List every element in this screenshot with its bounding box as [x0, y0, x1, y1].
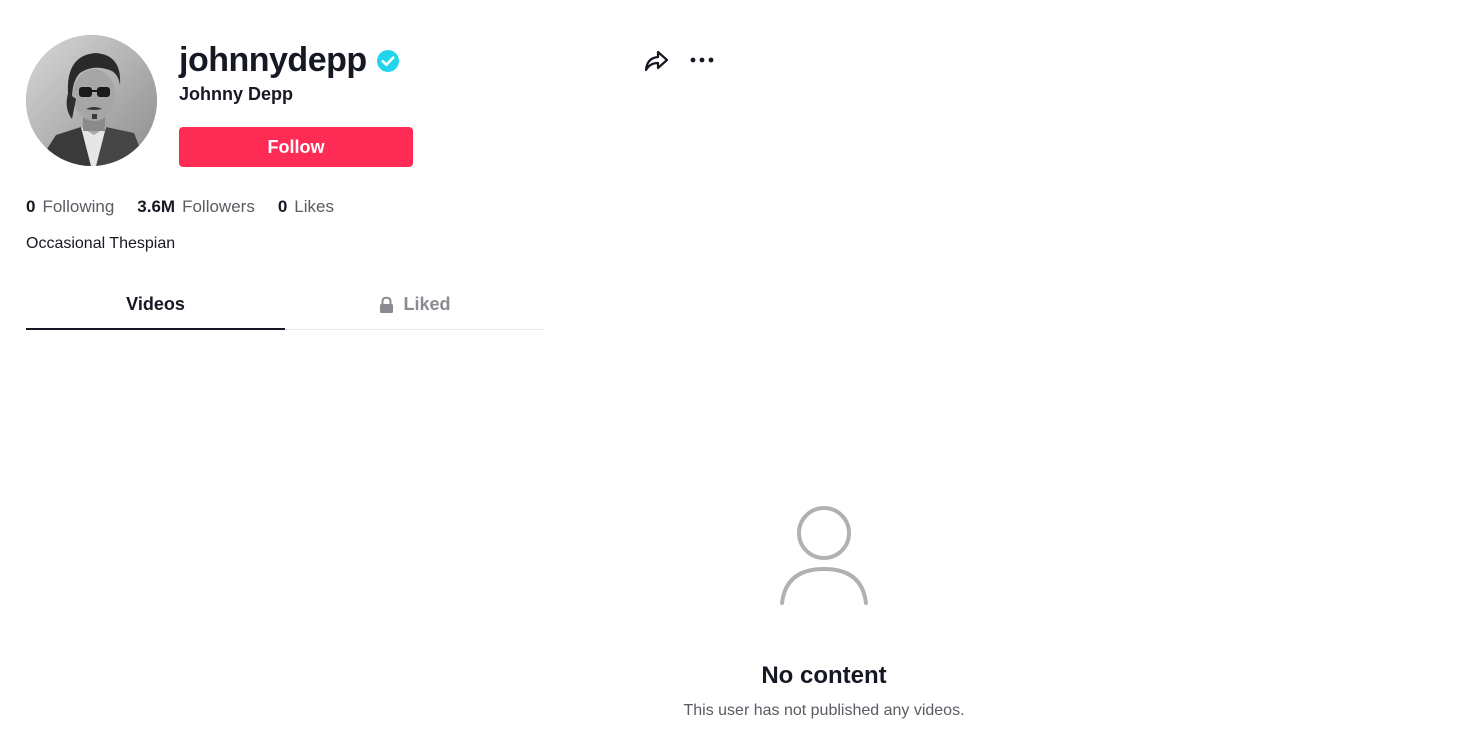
stat-value: 0: [277, 197, 288, 216]
profile-stats: 0 Following 3.6M Followers 0 Likes: [26, 197, 357, 217]
tab-label: Videos: [126, 294, 185, 314]
empty-state-description: This user has not published any videos.: [683, 702, 965, 719]
lock-icon: [380, 296, 394, 313]
username-row: johnnydepp: [179, 38, 400, 82]
stat-followers[interactable]: 3.6M Followers: [137, 197, 255, 217]
tab-label: Liked: [403, 294, 451, 314]
bio: Occasional Thespian: [26, 235, 176, 252]
share-icon[interactable]: [642, 46, 670, 74]
stat-value: 3.6M: [137, 197, 176, 216]
stat-following[interactable]: 0 Following: [26, 197, 114, 217]
follow-button[interactable]: Follow: [179, 127, 413, 167]
stat-label: Likes: [294, 197, 334, 216]
stat-label: Following: [42, 197, 115, 216]
tab-videos[interactable]: Videos: [26, 284, 285, 330]
verified-badge-icon: [376, 50, 399, 72]
stat-value: 0: [26, 197, 36, 216]
profile-page: johnnydepp Johnny Depp Follow 0 Followin…: [0, 0, 1460, 743]
avatar-image: [26, 35, 157, 166]
avatar[interactable]: [26, 35, 157, 166]
user-outline-icon: [780, 506, 868, 605]
tab-liked[interactable]: Liked: [285, 284, 544, 329]
stat-label: Followers: [182, 197, 255, 216]
display-name: Johnny Depp: [179, 84, 294, 104]
more-icon[interactable]: [688, 48, 716, 72]
empty-state-title: No content: [761, 662, 887, 689]
stat-likes: 0 Likes: [278, 197, 334, 217]
profile-tabs: Videos Liked: [26, 284, 544, 330]
username: johnnydepp: [179, 41, 367, 79]
